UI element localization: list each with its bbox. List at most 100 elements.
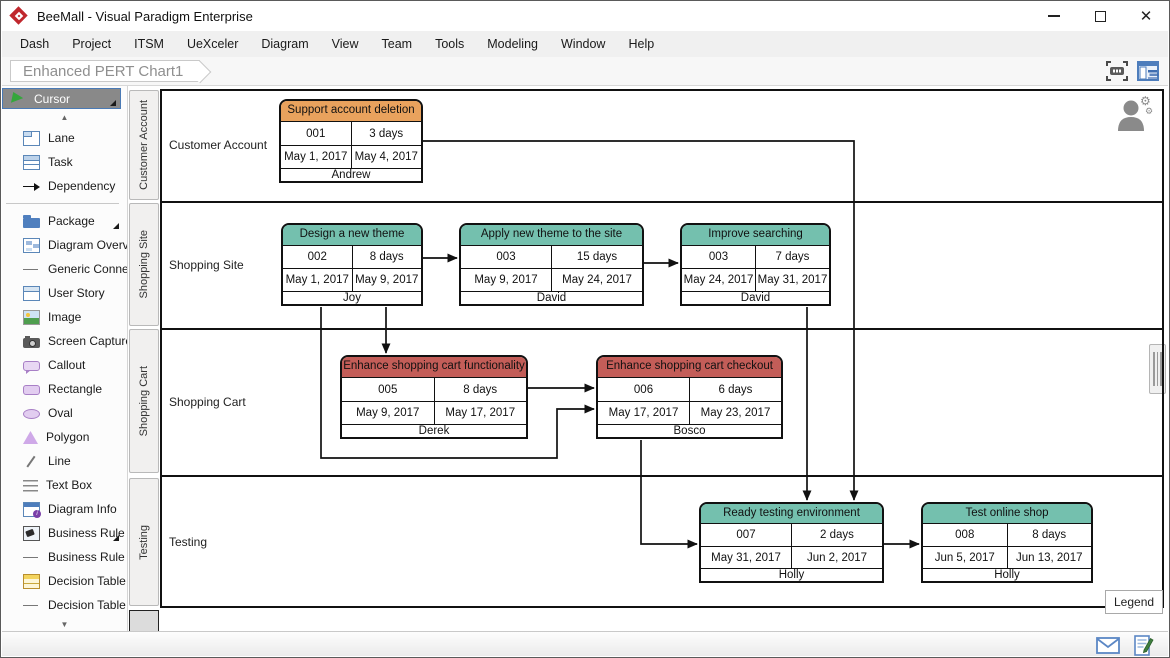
task-node-apply-new-theme-to-the-site[interactable]: Apply new theme to the site00315 daysMay… xyxy=(459,223,644,306)
toolbox-item-generic-connector[interactable]: Generic Connector xyxy=(2,257,127,281)
task-node-test-online-shop[interactable]: Test online shop0088 daysJun 5, 2017Jun … xyxy=(921,502,1093,583)
lane-header-shopping-cart[interactable]: Shopping Cart xyxy=(129,329,159,473)
task-owner: David xyxy=(461,292,642,304)
menu-itsm[interactable]: ITSM xyxy=(134,37,164,51)
menu-view[interactable]: View xyxy=(332,37,359,51)
menu-team[interactable]: Team xyxy=(382,37,413,51)
task-node-support-account-deletion[interactable]: Support account deletion0013 daysMay 1, … xyxy=(279,99,423,183)
task-end-date: Jun 13, 2017 xyxy=(1008,547,1092,568)
task-owner: Derek xyxy=(342,425,526,437)
expand-corner-icon xyxy=(113,535,119,541)
toolbox-item-label: Cursor xyxy=(34,92,70,106)
toolbox-item-cursor[interactable]: Cursor xyxy=(2,88,121,109)
toolbox-item-label: Diagram Info xyxy=(48,502,117,516)
maximize-icon xyxy=(1095,11,1106,22)
diagram-info-icon xyxy=(23,502,40,517)
toolbox-item-line[interactable]: Line xyxy=(2,449,127,473)
task-start-date: May 31, 2017 xyxy=(701,547,792,568)
breadcrumb-tab-diagram[interactable]: Enhanced PERT Chart1 xyxy=(10,60,200,82)
toolbox-item-label: Decision Table Link xyxy=(48,598,128,612)
task-title: Enhance shopping cart functionality xyxy=(342,357,526,378)
task-duration: 15 days xyxy=(552,246,642,269)
user-story-icon xyxy=(23,286,40,301)
toolbox-item-rectangle[interactable]: Rectangle xyxy=(2,377,127,401)
toolbox-item-image[interactable]: Image xyxy=(2,305,127,329)
task-node-enhance-shopping-cart-functionality[interactable]: Enhance shopping cart functionality0058 … xyxy=(340,355,528,439)
task-duration: 8 days xyxy=(435,378,527,401)
toolbox-item-label: Image xyxy=(48,310,81,324)
fit-to-view-icon[interactable] xyxy=(1105,60,1129,82)
lane-label-testing: Testing xyxy=(169,535,207,549)
toolbox-scroll-up[interactable]: ▲ xyxy=(2,110,127,126)
business-rule-link-icon xyxy=(23,550,40,565)
task-node-design-a-new-theme[interactable]: Design a new theme0028 daysMay 1, 2017Ma… xyxy=(281,223,423,306)
panel-layout-icon[interactable] xyxy=(1136,60,1160,82)
toolbox-item-business-rule-link[interactable]: Business Rule Link xyxy=(2,545,127,569)
task-title: Design a new theme xyxy=(283,225,421,246)
task-node-ready-testing-environment[interactable]: Ready testing environment0072 daysMay 31… xyxy=(699,502,884,583)
lane-header-shopping-site[interactable]: Shopping Site xyxy=(129,203,159,326)
toolbox-item-oval[interactable]: Oval xyxy=(2,401,127,425)
toolbox-item-diagram-info[interactable]: Diagram Info xyxy=(2,497,127,521)
menu-window[interactable]: Window xyxy=(561,37,605,51)
diagram-canvas[interactable]: ⚙ ⚙ Legend Customer Account Customer Acco… xyxy=(128,86,1168,631)
task-start-date: May 24, 2017 xyxy=(682,269,756,291)
toolbox-item-decision-table-link[interactable]: Decision Table Link xyxy=(2,593,127,617)
toolbox-item-decision-table[interactable]: Decision Table xyxy=(2,569,127,593)
decision-table-link-icon xyxy=(23,598,40,613)
lane-label-customer-account: Customer Account xyxy=(169,138,267,152)
mail-icon[interactable] xyxy=(1096,637,1120,654)
toolbox-item-user-story[interactable]: User Story xyxy=(2,281,127,305)
toolbox-scroll-down[interactable]: ▼ xyxy=(2,617,127,631)
task-node-improve-searching[interactable]: Improve searching0037 daysMay 24, 2017Ma… xyxy=(680,223,831,306)
toolbox-item-dependency[interactable]: Dependency xyxy=(2,174,127,198)
task-id: 001 xyxy=(281,122,352,145)
menu-project[interactable]: Project xyxy=(72,37,111,51)
toolbox-item-package[interactable]: Package xyxy=(2,209,127,233)
toolbox-item-lane[interactable]: Lane xyxy=(2,126,127,150)
svg-text:⚙: ⚙ xyxy=(1145,107,1153,117)
edit-document-icon[interactable] xyxy=(1134,635,1154,656)
task-end-date: May 4, 2017 xyxy=(352,146,422,168)
toolbox-item-label: Task xyxy=(48,155,73,169)
task-end-date: May 24, 2017 xyxy=(552,269,642,291)
toolbox-item-label: Oval xyxy=(48,406,73,420)
close-button[interactable]: ✕ xyxy=(1123,1,1169,31)
lane-corner-box[interactable] xyxy=(129,610,159,631)
task-start-date: May 9, 2017 xyxy=(342,402,435,424)
expand-corner-icon xyxy=(110,100,116,106)
menu-tools[interactable]: Tools xyxy=(435,37,464,51)
visual-paradigm-logo-icon xyxy=(11,8,27,24)
menu-help[interactable]: Help xyxy=(628,37,654,51)
legend-button[interactable]: Legend xyxy=(1105,590,1163,614)
task-duration: 8 days xyxy=(1008,524,1092,546)
maximize-button[interactable] xyxy=(1077,1,1123,31)
lane-header-testing[interactable]: Testing xyxy=(129,478,159,606)
toolbox-item-polygon[interactable]: Polygon xyxy=(2,425,127,449)
lane-header-customer-account[interactable]: Customer Account xyxy=(129,90,159,200)
menu-modeling[interactable]: Modeling xyxy=(487,37,538,51)
toolbox-item-text-box[interactable]: Text Box xyxy=(2,473,127,497)
task-id: 002 xyxy=(283,246,353,269)
expand-corner-icon xyxy=(113,223,119,229)
task-duration: 7 days xyxy=(756,246,829,269)
menu-uexceler[interactable]: UeXceler xyxy=(187,37,238,51)
user-settings-icon[interactable]: ⚙ ⚙ xyxy=(1114,95,1154,137)
task-icon xyxy=(23,155,40,170)
toolbox-item-label: Rectangle xyxy=(48,382,102,396)
toolbox-item-diagram-overview[interactable]: Diagram Overview xyxy=(2,233,127,257)
toolbox-item-screen-capture[interactable]: Screen Capture xyxy=(2,329,127,353)
task-duration: 2 days xyxy=(792,524,882,546)
lane-separator xyxy=(160,201,1164,203)
menu-dash[interactable]: Dash xyxy=(20,37,49,51)
lane-label-shopping-site: Shopping Site xyxy=(169,258,244,272)
toolbox-item-label: Line xyxy=(48,454,71,468)
task-start-date: May 1, 2017 xyxy=(281,146,352,168)
menu-diagram[interactable]: Diagram xyxy=(261,37,308,51)
toolbox-item-callout[interactable]: Callout xyxy=(2,353,127,377)
task-node-enhance-shopping-cart-checkout[interactable]: Enhance shopping cart checkout0066 daysM… xyxy=(596,355,783,439)
toolbox-item-task[interactable]: Task xyxy=(2,150,127,174)
minimize-button[interactable] xyxy=(1031,1,1077,31)
task-end-date: May 17, 2017 xyxy=(435,402,527,424)
toolbox-item-business-rule[interactable]: Business Rule xyxy=(2,521,127,545)
